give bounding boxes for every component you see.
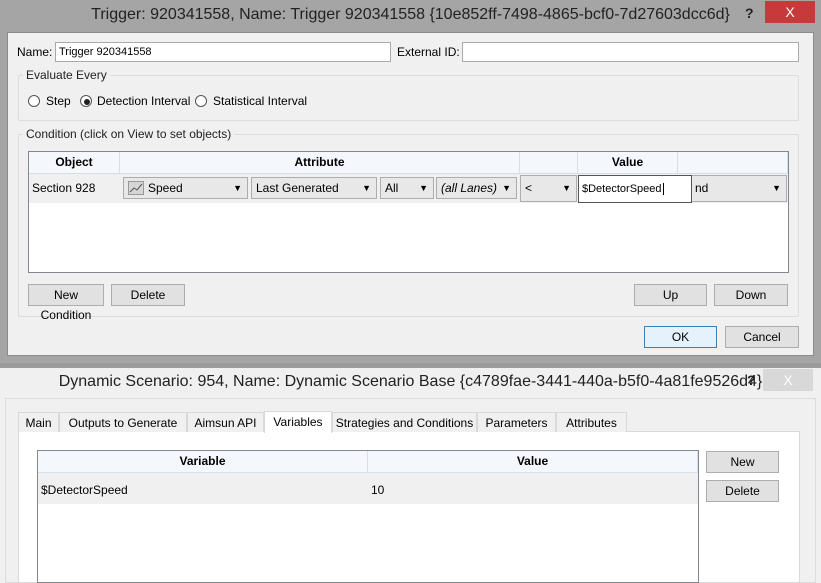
column-header-value[interactable]: Value [578,152,678,174]
radio-statistical-interval[interactable] [195,95,207,107]
close-button[interactable]: X [765,1,815,23]
delete-variable-button[interactable]: Delete [706,480,779,502]
vehicle-combo[interactable]: All ▼ [380,177,434,199]
text-cursor [662,183,664,195]
column-header-attribute[interactable]: Attribute [120,152,520,174]
external-id-label: External ID: [397,45,460,59]
chart-line-icon [128,181,144,195]
radio-detection-interval[interactable] [80,95,92,107]
condition-object: Section 928 [32,181,96,195]
delete-condition-button[interactable]: Delete [111,284,185,306]
chevron-down-icon: ▼ [419,183,428,193]
radio-statistical-interval-label: Statistical Interval [213,94,308,108]
lanes-combo[interactable]: (all Lanes) ▼ [436,177,517,199]
external-id-input[interactable] [462,42,799,62]
name-label: Name: [17,45,53,59]
value-input[interactable]: $DetectorSpeed [578,175,692,203]
close-button[interactable]: X [763,369,813,391]
aggregation-combo[interactable]: Last Generated ▼ [251,177,377,199]
vehicle-combo-value: All [385,181,399,195]
chevron-down-icon: ▼ [362,183,371,193]
variable-row[interactable] [38,473,698,504]
variable-name: $DetectorSpeed [41,483,128,497]
chevron-down-icon: ▼ [233,183,242,193]
condition-title: Condition (click on View to set objects) [23,127,235,141]
cancel-button[interactable]: Cancel [725,326,799,348]
extra-combo-value: nd [695,181,709,195]
up-button[interactable]: Up [634,284,707,306]
help-icon[interactable]: ? [745,5,754,21]
column-header-variable[interactable]: Variable [38,451,368,473]
tab-variables[interactable]: Variables [264,411,332,433]
name-input[interactable]: Trigger 920341558 [55,42,391,62]
column-header-value[interactable]: Value [368,451,698,473]
column-header-object[interactable]: Object [29,152,120,174]
attribute-combo-value: Speed [148,181,183,195]
new-variable-button[interactable]: New [706,451,779,473]
tab-aimsun-api[interactable]: Aimsun API [187,412,264,432]
scenario-dialog-title: Dynamic Scenario: 954, Name: Dynamic Sce… [58,373,763,390]
tab-parameters[interactable]: Parameters [477,412,556,432]
column-header-extra[interactable] [678,152,788,174]
chevron-down-icon: ▼ [562,183,571,193]
operator-combo[interactable]: < ▼ [520,175,577,202]
down-button[interactable]: Down [714,284,788,306]
aggregation-combo-value: Last Generated [256,181,339,195]
ok-button[interactable]: OK [644,326,717,348]
value-input-text: $DetectorSpeed [582,183,662,195]
operator-combo-value: < [525,181,533,195]
tab-main[interactable]: Main [18,412,59,432]
tab-outputs-to-generate[interactable]: Outputs to Generate [59,412,187,432]
attribute-combo[interactable]: Speed ▼ [123,177,248,199]
tab-strategies-and-conditions[interactable]: Strategies and Conditions [332,412,477,432]
evaluate-every-title: Evaluate Every [23,68,110,82]
chevron-down-icon: ▼ [772,183,781,193]
radio-step-label: Step [46,94,71,108]
new-condition-button[interactable]: New Condition [28,284,104,322]
chevron-down-icon: ▼ [502,183,511,193]
radio-detection-interval-label: Detection Interval [97,94,191,108]
help-icon[interactable]: ? [747,372,756,388]
variable-value: 10 [371,483,385,497]
tab-attributes[interactable]: Attributes [556,412,627,432]
column-header-operator[interactable] [520,152,578,174]
radio-step[interactable] [28,95,40,107]
trigger-dialog-title: Trigger: 920341558, Name: Trigger 920341… [91,6,730,23]
lanes-combo-value: (all Lanes) [441,181,498,195]
